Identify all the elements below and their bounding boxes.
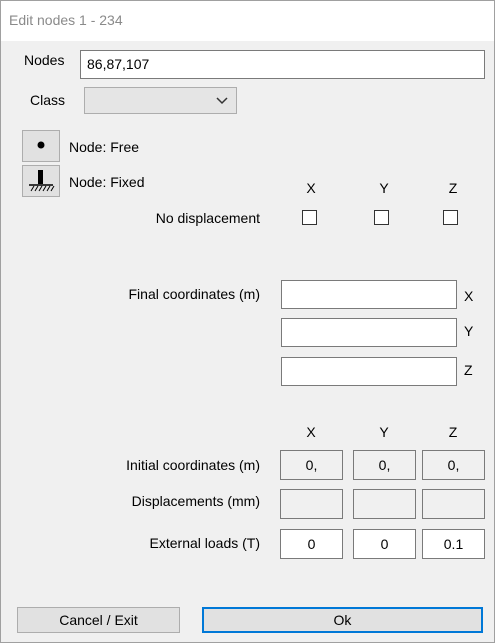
ok-button[interactable]: Ok [202,607,483,633]
chevron-down-icon [216,91,228,112]
node-free-button[interactable] [22,130,60,162]
node-free-label: Node: Free [69,139,140,155]
node-fixed-label: Node: Fixed [69,174,145,190]
external-loads-label: External loads (T) [149,535,260,551]
no-displacement-label: No displacement [155,210,260,226]
table-axis-y-header: Y [379,424,389,440]
nodes-label: Nodes [24,52,65,68]
external-load-z-input[interactable]: 0.1 [422,529,485,559]
title-bar[interactable]: Edit nodes 1 - 234 [1,1,494,41]
final-y-axis-label: Y [464,323,474,339]
axis-z-header: Z [448,180,458,196]
dialog-body: Nodes 86,87,107 Class Node: Free Node: F… [6,41,489,636]
free-node-icon [37,141,45,149]
final-x-axis-label: X [464,288,474,304]
displacements-label: Displacements (mm) [131,493,260,509]
cancel-exit-button[interactable]: Cancel / Exit [17,607,180,633]
node-fixed-button[interactable] [22,165,60,197]
displacement-y-field [353,489,416,519]
external-load-x-input[interactable]: 0 [280,529,343,559]
final-x-input[interactable] [281,280,457,309]
axis-x-header: X [306,180,316,196]
final-z-axis-label: Z [464,362,473,378]
table-axis-z-header: Z [448,424,458,440]
no-displacement-y-checkbox[interactable] [374,210,389,225]
no-displacement-x-checkbox[interactable] [302,210,317,225]
external-load-y-input[interactable]: 0 [353,529,416,559]
no-displacement-z-checkbox[interactable] [443,210,458,225]
nodes-input[interactable]: 86,87,107 [80,50,485,79]
fixed-node-icon [29,170,55,192]
initial-coordinates-label: Initial coordinates (m) [126,457,260,473]
class-select[interactable] [84,87,237,114]
window-title: Edit nodes 1 - 234 [9,12,123,28]
class-label: Class [30,92,66,108]
axis-y-header: Y [379,180,389,196]
final-z-input[interactable] [281,357,457,386]
final-y-input[interactable] [281,318,457,347]
initial-y-field: 0, [353,450,416,480]
edit-nodes-dialog: Edit nodes 1 - 234 Nodes 86,87,107 Class… [0,0,495,643]
initial-x-field: 0, [280,450,343,480]
final-coordinates-label: Final coordinates (m) [128,286,261,302]
table-axis-x-header: X [306,424,316,440]
displacement-z-field [422,489,485,519]
displacement-x-field [280,489,343,519]
initial-z-field: 0, [422,450,485,480]
